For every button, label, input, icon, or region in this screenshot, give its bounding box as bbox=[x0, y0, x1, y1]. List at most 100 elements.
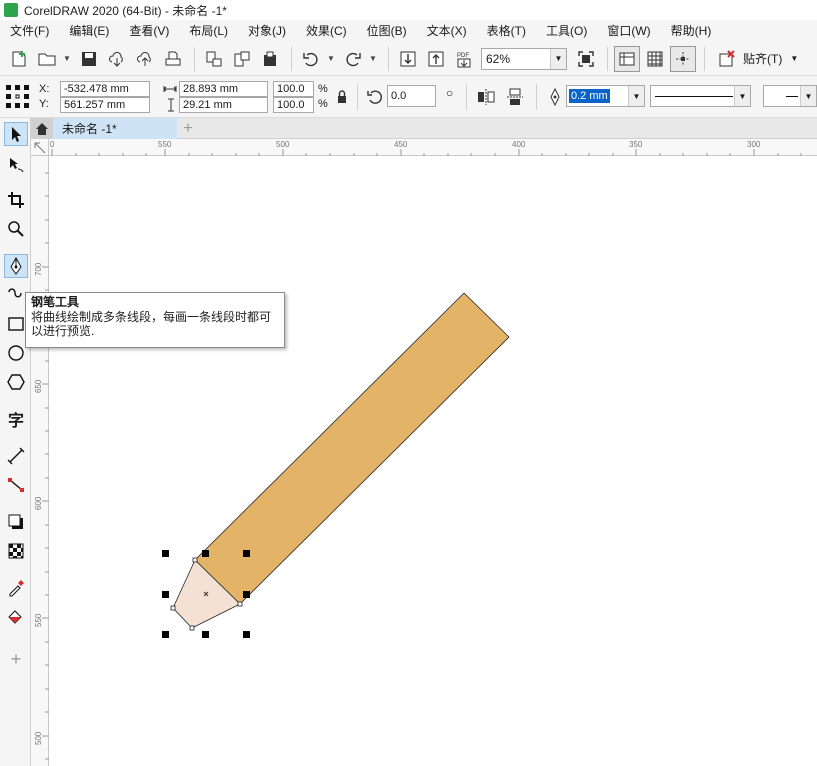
horizontal-ruler[interactable]: 0 550 500 450 400 350 300 bbox=[49, 139, 817, 156]
tab-document[interactable]: 未命名 -1* bbox=[53, 118, 177, 139]
menu-text[interactable]: 文本(X) bbox=[417, 20, 477, 42]
x-position-field[interactable]: -532.478 mm bbox=[60, 81, 150, 97]
toolbar-separator bbox=[388, 46, 389, 71]
menu-file[interactable]: 文件(F) bbox=[0, 20, 59, 42]
vertical-ruler[interactable]: 700 650 600 550 500 bbox=[31, 156, 49, 766]
new-document-button[interactable] bbox=[6, 46, 32, 72]
arrowhead-preview bbox=[786, 96, 798, 97]
x-label: X: bbox=[39, 83, 50, 95]
height-icon bbox=[168, 98, 174, 112]
ruler-left-label: 700 bbox=[34, 262, 43, 276]
line-style-dropdown[interactable]: ▼ bbox=[734, 86, 750, 106]
degree-symbol: ○ bbox=[446, 86, 454, 100]
arrowhead-dropdown[interactable]: ▼ bbox=[800, 86, 816, 106]
drawing-canvas[interactable] bbox=[49, 156, 817, 766]
export-pdf-button[interactable]: PDF bbox=[451, 46, 477, 72]
object-origin-icon[interactable] bbox=[5, 84, 31, 110]
transparency-tool[interactable] bbox=[4, 539, 28, 563]
outline-width-dropdown[interactable]: ▼ bbox=[628, 86, 644, 106]
import-arrow-button[interactable] bbox=[395, 46, 421, 72]
eyedropper-tool[interactable] bbox=[4, 576, 28, 600]
zoom-dropdown-arrow[interactable]: ▼ bbox=[550, 48, 566, 69]
show-rulers-button[interactable] bbox=[614, 45, 640, 72]
open-dropdown[interactable]: ▼ bbox=[62, 46, 72, 72]
coreldraw-logo-icon bbox=[4, 3, 18, 17]
menu-table[interactable]: 表格(T) bbox=[477, 20, 536, 42]
rotation-angle-field[interactable]: 0.0 bbox=[387, 85, 436, 107]
open-button[interactable] bbox=[34, 46, 60, 72]
menu-layout[interactable]: 布局(L) bbox=[179, 20, 238, 42]
show-guidelines-button[interactable] bbox=[670, 45, 696, 72]
print-button[interactable] bbox=[160, 46, 186, 72]
width-field[interactable]: 28.893 mm bbox=[179, 81, 268, 97]
polygon-tool[interactable] bbox=[4, 370, 28, 394]
drop-shadow-tool[interactable] bbox=[4, 510, 28, 534]
cloud-download-button[interactable] bbox=[104, 46, 130, 72]
connector-tool[interactable] bbox=[4, 473, 28, 497]
height-field[interactable]: 29.21 mm bbox=[179, 97, 268, 113]
line-style-combo[interactable]: ▼ bbox=[650, 85, 751, 107]
mirror-horizontal-icon[interactable] bbox=[476, 87, 496, 107]
ruler-top-label: 300 bbox=[747, 140, 761, 149]
save-icon bbox=[82, 51, 96, 66]
menu-window[interactable]: 窗口(W) bbox=[597, 20, 660, 42]
text-tool[interactable]: 字 bbox=[4, 407, 28, 431]
start-arrowhead-combo[interactable]: ▼ bbox=[763, 85, 817, 107]
publish-button[interactable] bbox=[257, 46, 283, 72]
new-document-icon bbox=[12, 50, 26, 66]
pen-tool[interactable] bbox=[4, 254, 28, 278]
toolbar-separator bbox=[607, 46, 608, 71]
mirror-vertical-icon[interactable] bbox=[505, 87, 525, 107]
menu-view[interactable]: 查看(V) bbox=[119, 20, 179, 42]
save-button[interactable] bbox=[76, 46, 102, 72]
ruler-origin[interactable] bbox=[31, 139, 49, 156]
full-screen-icon bbox=[578, 50, 594, 67]
freehand-tool-icon bbox=[8, 288, 22, 298]
menu-bitmaps[interactable]: 位图(B) bbox=[357, 20, 417, 42]
snap-to-button[interactable]: 贴齐(T) ▼ bbox=[717, 49, 798, 69]
import-button[interactable] bbox=[201, 46, 227, 72]
show-guidelines-icon bbox=[676, 51, 690, 66]
export-button[interactable] bbox=[229, 46, 255, 72]
cloud-download-icon bbox=[108, 51, 123, 67]
redo-button[interactable] bbox=[340, 46, 366, 72]
menu-edit[interactable]: 编辑(E) bbox=[59, 20, 119, 42]
interactive-fill-tool[interactable] bbox=[4, 605, 28, 629]
outline-width-combo[interactable]: 0.2 mm ▼ bbox=[566, 85, 645, 107]
welcome-screen-tab[interactable] bbox=[31, 118, 53, 139]
ruler-top-label: 0 bbox=[50, 140, 55, 149]
toolbar-separator bbox=[704, 46, 705, 71]
property-bar: X: Y: -532.478 mm 561.257 mm 28.893 mm 2… bbox=[0, 76, 817, 118]
pick-tool[interactable] bbox=[4, 122, 28, 146]
scale-width-field[interactable]: 100.0 bbox=[273, 81, 314, 97]
rotate-icon bbox=[367, 90, 382, 104]
undo-dropdown[interactable]: ▼ bbox=[326, 46, 336, 72]
snap-to-dropdown[interactable]: ▼ bbox=[790, 54, 798, 63]
outline-pen-icon bbox=[550, 87, 560, 107]
menu-tools[interactable]: 工具(O) bbox=[536, 20, 597, 42]
menu-object[interactable]: 对象(J) bbox=[238, 20, 296, 42]
parallel-dimension-tool[interactable] bbox=[4, 444, 28, 468]
ellipse-tool-icon bbox=[8, 345, 24, 361]
undo-button[interactable] bbox=[298, 46, 324, 72]
menu-effects[interactable]: 效果(C) bbox=[296, 20, 357, 42]
export-arrow-button[interactable] bbox=[423, 46, 449, 72]
shape-tool[interactable] bbox=[4, 152, 28, 176]
zoom-level-combo[interactable]: 62% ▼ bbox=[481, 47, 567, 70]
full-screen-button[interactable] bbox=[573, 46, 599, 72]
redo-dropdown[interactable]: ▼ bbox=[368, 46, 378, 72]
new-tab-button[interactable]: + bbox=[177, 118, 199, 139]
cloud-upload-button[interactable] bbox=[132, 46, 158, 72]
lock-ratio-icon[interactable] bbox=[336, 89, 348, 105]
menu-help[interactable]: 帮助(H) bbox=[661, 20, 722, 42]
redo-icon bbox=[346, 52, 361, 66]
add-tool-button[interactable]: + bbox=[4, 647, 28, 671]
menu-bar: 文件(F) 编辑(E) 查看(V) 布局(L) 对象(J) 效果(C) 位图(B… bbox=[0, 20, 817, 42]
crop-tool[interactable] bbox=[4, 188, 28, 212]
drop-shadow-icon bbox=[8, 514, 23, 529]
y-position-field[interactable]: 561.257 mm bbox=[60, 97, 150, 113]
zoom-tool[interactable] bbox=[4, 217, 28, 241]
scale-height-field[interactable]: 100.0 bbox=[273, 97, 314, 113]
print-icon bbox=[165, 51, 181, 65]
show-grid-button[interactable] bbox=[642, 46, 668, 72]
